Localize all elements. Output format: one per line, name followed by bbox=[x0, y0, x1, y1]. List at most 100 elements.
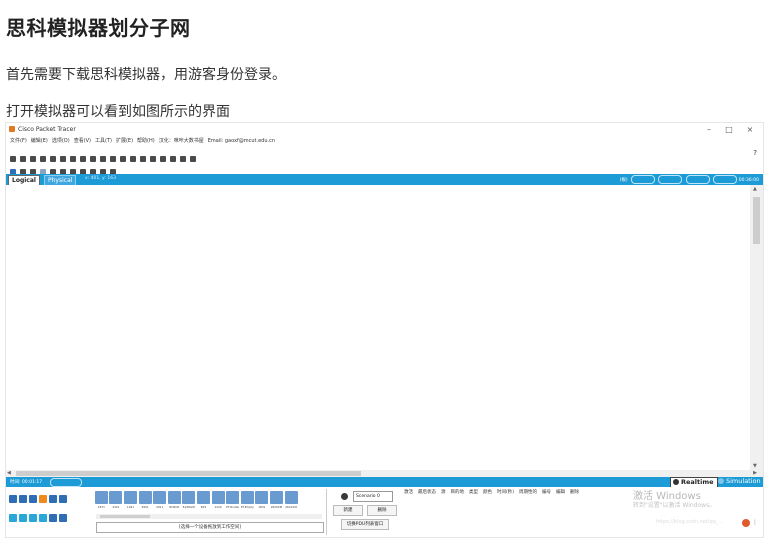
workspace-tab-bar: Logical Physical x: 401, y: 163 (根) 00:3… bbox=[6, 174, 763, 186]
hubs-subcategory-icon[interactable] bbox=[29, 514, 37, 522]
menu-help[interactable]: 帮助(H) bbox=[137, 137, 155, 144]
zoom-reset-icon[interactable] bbox=[130, 155, 136, 162]
pdu-header-edit: 编辑 bbox=[556, 490, 566, 495]
more-options-icon[interactable]: ⋮ bbox=[752, 519, 758, 526]
device-item[interactable]: 819HGW bbox=[182, 491, 196, 509]
simulation-mode-button[interactable]: Simulation bbox=[718, 477, 761, 486]
packet-tracer-screenshot: Cisco Packet Tracer – □ × 文件(F) 编辑(E) 选项(O… bbox=[5, 122, 764, 538]
drawing-palette-icon[interactable] bbox=[150, 155, 156, 162]
zoom-in-icon[interactable] bbox=[120, 155, 126, 162]
device-hint-label: [选择一个设备拖放到工作空间] bbox=[96, 522, 324, 533]
realtime-label: Realtime bbox=[681, 478, 714, 486]
new-scenario-button[interactable]: 新建 bbox=[333, 505, 363, 516]
pdu-header-delete: 删除 bbox=[570, 490, 580, 495]
bottom-panel: 4331 4321 1941 2901 2911 819IOX 819HGW 829 1240 P… bbox=[6, 487, 763, 537]
menu-extensions[interactable]: 扩展(E) bbox=[116, 137, 133, 144]
pdu-header-color: 颜色 bbox=[483, 490, 492, 495]
menu-options[interactable]: 选项(O) bbox=[52, 137, 70, 144]
gear-icon[interactable] bbox=[341, 493, 348, 500]
window-title: Cisco Packet Tracer bbox=[18, 126, 76, 133]
pdu-header-type: 类型 bbox=[469, 490, 478, 495]
pdu-header-fire: 激活 bbox=[404, 490, 413, 495]
pdu-header-destination: 目的地 bbox=[450, 490, 465, 495]
end-devices-category-icon[interactable] bbox=[19, 495, 27, 503]
device-item[interactable]: 2620XM bbox=[269, 491, 283, 509]
simulation-label: Simulation bbox=[726, 477, 761, 485]
device-item[interactable]: 4321 bbox=[109, 491, 123, 509]
screenshot-icon[interactable] bbox=[180, 155, 186, 162]
pdu-header-time: 时间(秒) bbox=[497, 490, 515, 495]
switches-subcategory-icon[interactable] bbox=[19, 514, 27, 522]
delete-scenario-button[interactable]: 删除 bbox=[367, 505, 397, 516]
windows-activation-hint: 转到"设置"以激活 Windows。 bbox=[633, 502, 716, 509]
time-status-bar: 时间: 00:01:17 Realtime Simulation bbox=[6, 477, 763, 488]
device-item[interactable]: 2621XM bbox=[284, 491, 298, 509]
power-cycle-button[interactable] bbox=[50, 478, 82, 487]
custom-devices-icon[interactable] bbox=[160, 155, 166, 162]
pdu-header-periodic: 周期性的 bbox=[519, 490, 538, 495]
elapsed-time-label: 时间: 00:01:17 bbox=[10, 480, 43, 485]
workspace-vertical-scrollbar[interactable]: ▲ ▼ bbox=[750, 185, 763, 470]
wan-emulation-subcategory-icon[interactable] bbox=[59, 514, 67, 522]
clock-icon bbox=[673, 479, 679, 485]
stopwatch-icon bbox=[718, 478, 724, 484]
drawing-toolbar bbox=[8, 161, 118, 175]
device-item[interactable]: 819IOX bbox=[167, 491, 181, 509]
device-item[interactable]: PT-Router bbox=[226, 491, 240, 509]
scroll-up-arrow-icon[interactable]: ▲ bbox=[753, 186, 757, 192]
pdu-header-num: 编号 bbox=[542, 490, 552, 495]
network-devices-category-icon[interactable] bbox=[9, 495, 17, 503]
workspace-horizontal-scrollbar[interactable]: ◀ ▶ bbox=[6, 470, 763, 477]
device-item[interactable]: 829 bbox=[196, 491, 210, 509]
pdu-list-header: 激活 最后状态源目的地 类型 颜色 时间(秒) 周期性的 编号 编辑 删除 bbox=[404, 489, 639, 495]
set-tiled-background-button[interactable] bbox=[685, 175, 710, 184]
scroll-left-arrow-icon[interactable]: ◀ bbox=[7, 470, 11, 476]
viewport-button[interactable] bbox=[713, 175, 738, 184]
toggle-pdu-list-button[interactable]: 切换PDU列表窗口 bbox=[341, 519, 389, 530]
article-title: 思科模拟器划分子网 bbox=[6, 16, 191, 40]
menu-email: Email: gaoxf@mcut.edu.cn bbox=[207, 138, 276, 144]
device-item[interactable]: 1941 bbox=[123, 491, 137, 509]
wireless-subcategory-icon[interactable] bbox=[39, 514, 47, 522]
cluster-icon[interactable] bbox=[170, 155, 176, 162]
multiuser-category-icon[interactable] bbox=[59, 495, 67, 503]
components-category-icon[interactable] bbox=[29, 495, 37, 503]
move-object-button[interactable] bbox=[658, 175, 683, 184]
help-icon[interactable]: ? bbox=[753, 149, 757, 157]
scenario-select[interactable]: Scenario 0 bbox=[353, 491, 393, 502]
device-list-scroll-thumb[interactable] bbox=[100, 515, 150, 518]
menu-view[interactable]: 查看(V) bbox=[74, 137, 91, 144]
pdu-icon[interactable] bbox=[190, 155, 196, 162]
scroll-right-arrow-icon[interactable]: ▶ bbox=[753, 470, 757, 476]
pdu-header-source: 源 bbox=[441, 490, 446, 495]
clock-label: 00:36:00 bbox=[738, 178, 759, 183]
device-list-scrollbar[interactable] bbox=[96, 514, 322, 519]
device-item[interactable]: 2911 bbox=[153, 491, 167, 509]
close-button[interactable]: × bbox=[743, 125, 757, 134]
routers-subcategory-icon[interactable] bbox=[9, 514, 17, 522]
device-item[interactable]: 1841 bbox=[255, 491, 269, 509]
misc-category-icon[interactable] bbox=[49, 495, 57, 503]
minimize-button[interactable]: – bbox=[702, 125, 716, 134]
device-item[interactable]: 4331 bbox=[94, 491, 108, 509]
device-item[interactable]: 1240 bbox=[211, 491, 225, 509]
tray-app-icon[interactable] bbox=[742, 519, 750, 527]
connections-category-icon[interactable] bbox=[39, 495, 47, 503]
main-toolbar bbox=[8, 148, 198, 162]
new-cluster-button[interactable] bbox=[631, 175, 656, 184]
horizontal-scroll-thumb[interactable] bbox=[16, 471, 361, 476]
vertical-scroll-thumb[interactable] bbox=[753, 197, 760, 244]
workspace-right-controls: (根) 00:36:00 bbox=[620, 175, 759, 184]
zoom-out-icon[interactable] bbox=[140, 155, 146, 162]
window-titlebar: Cisco Packet Tracer – □ × bbox=[6, 123, 763, 136]
menu-file[interactable]: 文件(F) bbox=[10, 137, 27, 144]
logical-workspace-canvas[interactable] bbox=[6, 185, 750, 470]
menu-edit[interactable]: 编辑(E) bbox=[31, 137, 48, 144]
device-item[interactable]: 2901 bbox=[138, 491, 152, 509]
security-subcategory-icon[interactable] bbox=[49, 514, 57, 522]
maximize-button[interactable]: □ bbox=[722, 125, 736, 134]
menu-tools[interactable]: 工具(T) bbox=[95, 137, 112, 144]
device-item[interactable]: PT-Empty bbox=[240, 491, 254, 509]
scroll-down-arrow-icon[interactable]: ▼ bbox=[753, 463, 757, 469]
article-paragraph-1: 首先需要下载思科模拟器，用游客身份登录。 bbox=[6, 67, 286, 83]
